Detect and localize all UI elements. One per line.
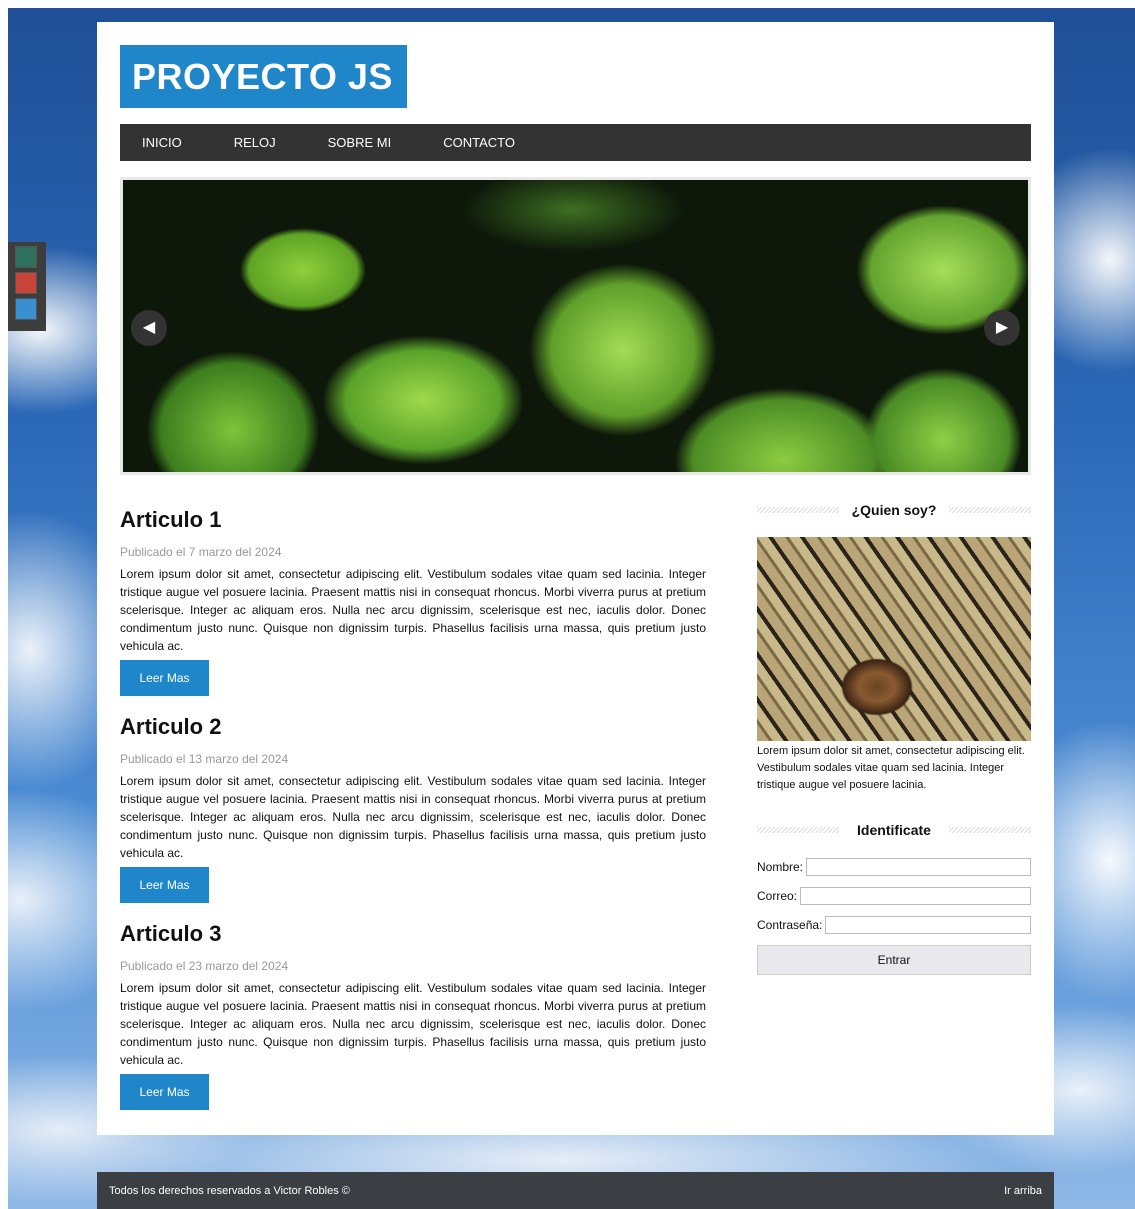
correo-label: Correo: — [757, 889, 798, 903]
submit-button[interactable]: Entrar — [757, 945, 1031, 975]
frame-top — [0, 0, 1135, 8]
login-widget-title: Identificate — [757, 820, 1031, 840]
read-more-button[interactable]: Leer Mas — [120, 867, 209, 903]
nombre-label: Nombre: — [757, 860, 804, 874]
login-form: Nombre: Correo: Contraseña: Entrar — [757, 858, 1031, 975]
article-date: Publicado el 23 marzo del 2024 — [120, 959, 289, 973]
slider-prev-icon[interactable]: ◀ — [131, 310, 167, 346]
nombre-input[interactable] — [806, 858, 1031, 876]
site-logo[interactable]: PROYECTO JS — [120, 45, 407, 108]
read-more-button[interactable]: Leer Mas — [120, 1074, 209, 1110]
nav-item-reloj[interactable]: RELOJ — [234, 135, 276, 150]
sidebar: ¿Quien soy? Lorem ipsum dolor sit amet, … — [757, 500, 1031, 975]
about-title-text: ¿Quien soy? — [851, 502, 937, 518]
theme-swatch-red[interactable] — [15, 272, 37, 294]
about-widget-title: ¿Quien soy? — [757, 500, 1031, 520]
article-body: Lorem ipsum dolor sit amet, consectetur … — [120, 981, 706, 1067]
article-date: Publicado el 13 marzo del 2024 — [120, 752, 289, 766]
site-footer: Todos los derechos reservados a Victor R… — [97, 1172, 1054, 1209]
about-text: Lorem ipsum dolor sit amet, consectetur … — [757, 745, 1025, 791]
article-title: Articulo 1 — [120, 507, 222, 532]
copyright-text: Todos los derechos reservados a Victor R… — [109, 1184, 350, 1197]
main-nav: INICIO RELOJ SOBRE MI CONTACTO — [120, 124, 1031, 161]
correo-input[interactable] — [800, 887, 1031, 905]
theme-swatch-green[interactable] — [15, 246, 37, 268]
article: Articulo 2 Publicado el 13 marzo del 202… — [120, 714, 706, 903]
article-date: Publicado el 7 marzo del 2024 — [120, 545, 282, 559]
contrasena-input[interactable] — [825, 916, 1031, 934]
read-more-button[interactable]: Leer Mas — [120, 660, 209, 696]
image-slider: ◀ ▶ — [120, 177, 1031, 475]
theme-switcher — [8, 242, 46, 331]
title-rule — [757, 827, 840, 833]
article: Articulo 1 Publicado el 7 marzo del 2024… — [120, 507, 706, 696]
articles-list: Articulo 1 Publicado el 7 marzo del 2024… — [120, 507, 706, 1128]
nav-item-sobre-mi[interactable]: SOBRE MI — [328, 135, 392, 150]
title-rule — [948, 827, 1031, 833]
title-rule — [948, 507, 1031, 513]
title-rule — [757, 507, 840, 513]
form-row-contrasena: Contraseña: — [757, 916, 1031, 934]
about-image — [757, 537, 1031, 741]
article-title: Articulo 2 — [120, 714, 222, 739]
slider-next-icon[interactable]: ▶ — [984, 310, 1020, 346]
article: Articulo 3 Publicado el 23 marzo del 202… — [120, 921, 706, 1110]
nav-item-inicio[interactable]: INICIO — [142, 135, 182, 150]
form-row-nombre: Nombre: — [757, 858, 1031, 876]
contrasena-label: Contraseña: — [757, 918, 823, 932]
article-body: Lorem ipsum dolor sit amet, consectetur … — [120, 774, 706, 860]
article-body: Lorem ipsum dolor sit amet, consectetur … — [120, 567, 706, 653]
theme-swatch-blue[interactable] — [15, 298, 37, 320]
form-row-correo: Correo: — [757, 887, 1031, 905]
nav-item-contacto[interactable]: CONTACTO — [443, 135, 515, 150]
back-to-top-link[interactable]: Ir arriba — [1004, 1185, 1042, 1197]
page-container: PROYECTO JS INICIO RELOJ SOBRE MI CONTAC… — [97, 22, 1054, 1135]
login-title-text: Identificate — [857, 822, 931, 838]
frame-left — [0, 0, 8, 1209]
article-title: Articulo 3 — [120, 921, 222, 946]
